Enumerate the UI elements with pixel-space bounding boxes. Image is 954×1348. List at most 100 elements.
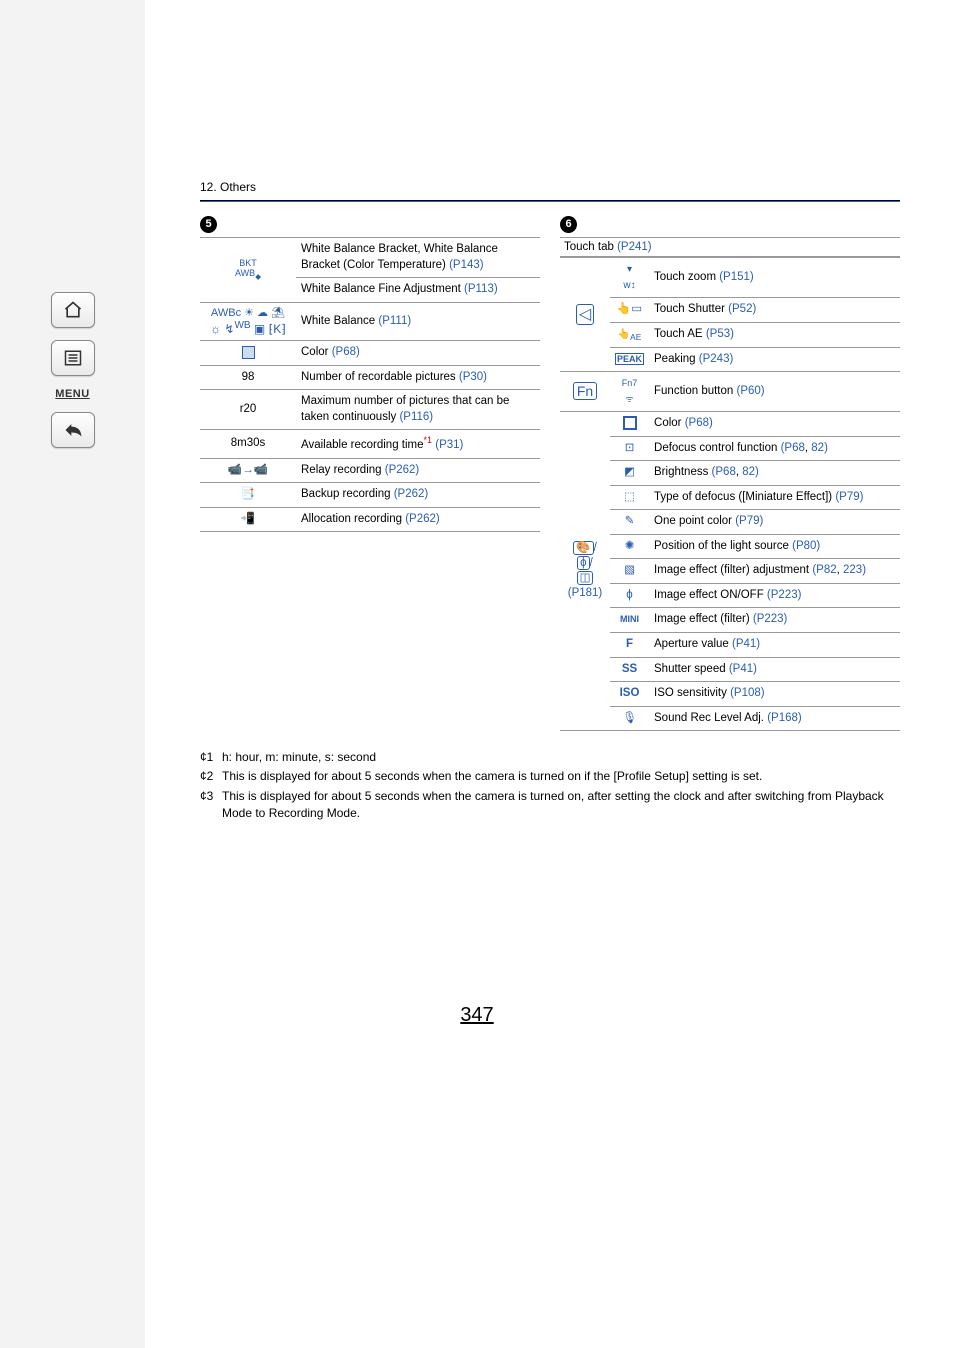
row-desc: Brightness (P68, 82) bbox=[649, 461, 900, 486]
row-desc: Aperture value (P41) bbox=[649, 633, 900, 658]
page-ref[interactable]: (P111) bbox=[378, 315, 411, 327]
home-button[interactable] bbox=[51, 292, 95, 328]
table-row: ⊡ Defocus control function (P68, 82) bbox=[560, 436, 900, 461]
mic-icon: 🎙 bbox=[610, 706, 649, 731]
page-ref[interactable]: (P223) bbox=[753, 613, 788, 625]
one-point-color-icon: ✎ bbox=[610, 510, 649, 535]
page-ref[interactable]: (P52) bbox=[728, 303, 756, 315]
page-ref[interactable]: (P41) bbox=[729, 663, 757, 675]
page-ref[interactable]: (P41) bbox=[732, 638, 760, 650]
page-ref[interactable]: (P79) bbox=[735, 515, 763, 527]
touch-zoom-icon: ▾w↕ bbox=[610, 258, 649, 298]
table-row: 👆AE Touch AE (P53) bbox=[560, 322, 900, 347]
page-ref[interactable]: 82) bbox=[811, 442, 828, 454]
row-desc: Position of the light source (P80) bbox=[649, 534, 900, 559]
page-ref[interactable]: 82) bbox=[742, 466, 759, 478]
back-button[interactable] bbox=[51, 412, 95, 448]
footnote-1: ¢1h: hour, m: minute, s: second bbox=[200, 749, 900, 766]
page-ref[interactable]: (P262) bbox=[385, 464, 420, 476]
miniature-defocus-icon: ⬚ bbox=[610, 485, 649, 510]
brightness-icon: ◩ bbox=[610, 461, 649, 486]
list-button[interactable] bbox=[51, 340, 95, 376]
table-row: Color (P68) bbox=[200, 341, 540, 366]
color-swatch-icon bbox=[200, 341, 296, 366]
table-row: ϕ Image effect ON/OFF (P223) bbox=[560, 583, 900, 608]
row-desc: Backup recording (P262) bbox=[296, 483, 540, 508]
row-desc: Available recording time*1 (P31) bbox=[296, 430, 540, 458]
touch-tab-group-2-icon: Fn bbox=[560, 372, 610, 412]
row-desc: Maximum number of pictures that can be t… bbox=[296, 390, 540, 430]
table-row: 🎙 Sound Rec Level Adj. (P168) bbox=[560, 706, 900, 731]
page-ref[interactable]: (P108) bbox=[730, 687, 765, 699]
page-ref[interactable]: (P241) bbox=[617, 241, 652, 253]
row-desc: White Balance (P111) bbox=[296, 302, 540, 341]
table-row: BKTAWB◆ White Balance Bracket, White Bal… bbox=[200, 238, 540, 278]
row-desc: ISO sensitivity (P108) bbox=[649, 682, 900, 707]
page-ref[interactable]: (P30) bbox=[459, 371, 487, 383]
page-ref[interactable]: (P68 bbox=[712, 466, 736, 478]
page-ref[interactable]: (P60) bbox=[737, 385, 765, 397]
breadcrumb: 12. Others bbox=[200, 180, 900, 194]
page-ref[interactable]: (P223) bbox=[767, 589, 802, 601]
table-row: ▧ Image effect (filter) adjustment (P82,… bbox=[560, 559, 900, 584]
page-content: 12. Others 5 BKTAWB◆ White Balance Brack… bbox=[200, 180, 900, 825]
relay-icon: 📹→📹 bbox=[200, 458, 296, 483]
page-ref[interactable]: (P143) bbox=[449, 259, 484, 271]
page-ref[interactable]: (P53) bbox=[706, 328, 734, 340]
row-desc: Type of defocus ([Miniature Effect]) (P7… bbox=[649, 485, 900, 510]
row-desc: Function button (P60) bbox=[649, 372, 900, 412]
wb-icons: AWBc ☀ ☁ ⛱☼ ↯WB ▣ ⁅K⁆ bbox=[200, 302, 296, 341]
page-ref[interactable]: (P68) bbox=[332, 346, 360, 358]
backup-icon: 📑 bbox=[200, 483, 296, 508]
wb-bracket-icon: BKTAWB◆ bbox=[200, 238, 296, 303]
table-row: F Aperture value (P41) bbox=[560, 633, 900, 658]
page-ref[interactable]: (P168) bbox=[767, 712, 802, 724]
table-row: 📲 Allocation recording (P262) bbox=[200, 507, 540, 532]
table-row: 📑 Backup recording (P262) bbox=[200, 483, 540, 508]
page-ref[interactable]: 223) bbox=[843, 564, 866, 576]
page-ref[interactable]: (P262) bbox=[394, 488, 429, 500]
page-ref[interactable]: (P116) bbox=[399, 411, 433, 423]
continuous-count: r20 bbox=[200, 390, 296, 430]
page-ref[interactable]: (P151) bbox=[719, 271, 754, 283]
row-desc: Image effect (filter) adjustment (P82, 2… bbox=[649, 559, 900, 584]
page-ref[interactable]: (P79) bbox=[835, 491, 863, 503]
page-ref[interactable]: (P80) bbox=[792, 540, 820, 552]
page-ref[interactable]: (P181) bbox=[568, 587, 603, 599]
page-number: 347 bbox=[0, 1004, 954, 1027]
section-6-table: ◁ ▾w↕ Touch zoom (P151) 👆▭ Touch Shutter… bbox=[560, 257, 900, 731]
touch-tab-group-3-icon: 🎨/ ϕ/ ◫ (P181) bbox=[560, 412, 610, 731]
footnotes: ¢1h: hour, m: minute, s: second ¢2This i… bbox=[200, 749, 900, 823]
row-desc: Relay recording (P262) bbox=[296, 458, 540, 483]
home-icon bbox=[62, 300, 84, 320]
page-ref[interactable]: (P68) bbox=[685, 417, 713, 429]
page-ref[interactable]: (P68 bbox=[781, 442, 805, 454]
iso-icon: ISO bbox=[610, 682, 649, 707]
table-row: 98 Number of recordable pictures (P30) bbox=[200, 365, 540, 390]
aperture-icon: F bbox=[610, 633, 649, 658]
row-desc: Color (P68) bbox=[649, 412, 900, 437]
page-ref[interactable]: (P113) bbox=[464, 283, 498, 295]
page-ref[interactable]: (P262) bbox=[405, 513, 440, 525]
touch-tab-heading: Touch tab (P241) bbox=[560, 237, 900, 257]
menu-button[interactable]: MENU bbox=[55, 388, 89, 400]
table-row: r20 Maximum number of pictures that can … bbox=[200, 390, 540, 430]
table-row: ⬚ Type of defocus ([Miniature Effect]) (… bbox=[560, 485, 900, 510]
row-desc: Peaking (P243) bbox=[649, 347, 900, 372]
row-desc: Image effect (filter) (P223) bbox=[649, 608, 900, 633]
table-row: ✎ One point color (P79) bbox=[560, 510, 900, 535]
row-desc: Touch zoom (P151) bbox=[649, 258, 900, 298]
footnote-2: ¢2This is displayed for about 5 seconds … bbox=[200, 768, 900, 785]
page-ref[interactable]: (P82 bbox=[812, 564, 836, 576]
page-ref[interactable]: (P243) bbox=[699, 353, 734, 365]
page-ref[interactable]: (P31) bbox=[432, 439, 463, 451]
defocus-icon: ⊡ bbox=[610, 436, 649, 461]
table-row: ◁ ▾w↕ Touch zoom (P151) bbox=[560, 258, 900, 298]
row-desc: Defocus control function (P68, 82) bbox=[649, 436, 900, 461]
header-rule bbox=[200, 200, 900, 202]
table-row: Fn Fn7ᯤ Function button (P60) bbox=[560, 372, 900, 412]
table-row: 📹→📹 Relay recording (P262) bbox=[200, 458, 540, 483]
row-desc: Allocation recording (P262) bbox=[296, 507, 540, 532]
back-icon bbox=[61, 420, 85, 440]
table-row: AWBc ☀ ☁ ⛱☼ ↯WB ▣ ⁅K⁆ White Balance (P11… bbox=[200, 302, 540, 341]
